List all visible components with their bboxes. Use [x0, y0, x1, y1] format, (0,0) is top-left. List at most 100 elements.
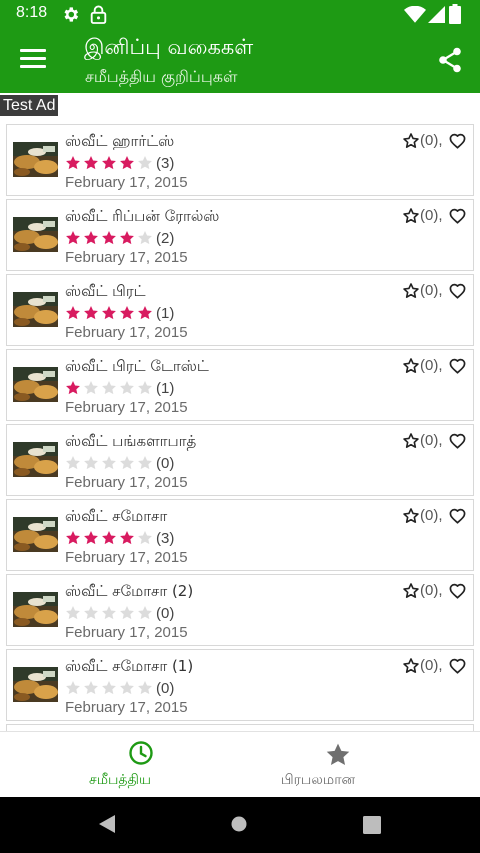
star-outline-icon[interactable] [403, 207, 419, 224]
share-icon[interactable] [438, 47, 462, 73]
heart-icon[interactable] [449, 208, 466, 224]
heart-icon[interactable] [449, 508, 466, 524]
wifi-icon [404, 6, 426, 23]
recipe-date: February 17, 2015 [65, 399, 188, 416]
star-filled-icon [102, 306, 116, 320]
recipe-card[interactable]: ஸ்வீட் ஹார்ட்ஸ் (3) February 17, 2015 (0), [6, 124, 474, 196]
star-empty-icon [138, 231, 152, 245]
favorite-area: (0), [403, 432, 466, 449]
star-outline-icon[interactable] [403, 132, 419, 149]
recipe-date: February 17, 2015 [65, 549, 188, 566]
page-title: இனிப்பு வகைகள் [84, 35, 254, 59]
favorite-area: (0), [403, 357, 466, 374]
recipe-card[interactable]: ஸ்வீட் பிரட் (1) February 17, 2015 (0), [6, 274, 474, 346]
star-filled-icon [66, 156, 80, 170]
recipe-thumbnail-image [13, 367, 58, 402]
recipe-card[interactable]: ஸ்வீட் பங்களாபாத் (0) February 17, 2015 (0)… [6, 424, 474, 496]
bottom-navigation: சமீபத்திய பிரபலமான [0, 731, 480, 798]
favorite-count: (0), [420, 582, 443, 599]
rating-count: (0) [156, 604, 175, 622]
favorite-count: (0), [420, 432, 443, 449]
tab-popular[interactable]: பிரபலமான [240, 732, 480, 798]
recipe-name: ஸ்வீட் ரிப்பன் ரோல்ஸ் [65, 207, 220, 225]
star-filled-icon [66, 306, 80, 320]
star-filled-icon [120, 306, 134, 320]
recipe-card[interactable]: ஸ்வீட் சமோசா (3) February 17, 2015 (0), [6, 499, 474, 571]
star-empty-icon [120, 606, 134, 620]
recipe-name: ஸ்வீட் பிரட் [65, 282, 146, 300]
star-empty-icon [84, 381, 98, 395]
recents-icon[interactable] [363, 816, 381, 834]
star-filled-icon [84, 306, 98, 320]
favorite-count: (0), [420, 507, 443, 524]
recipe-thumbnail-image [13, 442, 58, 477]
back-icon[interactable] [98, 814, 116, 834]
favorite-area: (0), [403, 507, 466, 524]
recipe-name: ஸ்வீட் பங்களாபாத் [65, 432, 197, 450]
recipe-thumbnail-image [13, 667, 58, 702]
star-empty-icon [120, 381, 134, 395]
clock-icon [129, 741, 153, 765]
favorite-area: (0), [403, 282, 466, 299]
star-filled-icon [120, 231, 134, 245]
star-empty-icon [84, 606, 98, 620]
star-empty-icon [66, 456, 80, 470]
recipe-date: February 17, 2015 [65, 324, 188, 341]
star-outline-icon[interactable] [403, 357, 419, 374]
recipe-name: ஸ்வீட் சமோசா (1) [65, 657, 194, 675]
rating-count: (0) [156, 454, 175, 472]
home-icon[interactable] [231, 816, 247, 832]
recipe-card[interactable]: ஸ்வீட் சமோசா (2) (0) February 17, 2015 (0), [6, 574, 474, 646]
recipe-date: February 17, 2015 [65, 699, 188, 716]
favorite-count: (0), [420, 282, 443, 299]
star-outline-icon[interactable] [403, 282, 419, 299]
star-outline-icon[interactable] [403, 507, 419, 524]
recipe-card[interactable] [6, 724, 474, 731]
heart-icon[interactable] [449, 283, 466, 299]
recipe-thumbnail-image [13, 217, 58, 252]
star-filled-icon [84, 231, 98, 245]
star-filled-icon [66, 531, 80, 545]
star-filled-icon [102, 231, 116, 245]
star-empty-icon [138, 606, 152, 620]
star-filled-icon [66, 381, 80, 395]
star-outline-icon[interactable] [403, 432, 419, 449]
star-empty-icon [102, 606, 116, 620]
star-outline-icon[interactable] [403, 657, 419, 674]
rating-count: (3) [156, 154, 175, 172]
cell-signal-icon [428, 6, 445, 23]
star-empty-icon [138, 531, 152, 545]
recipe-card[interactable]: ஸ்வீட் சமோசா (1) (0) February 17, 2015 (0), [6, 649, 474, 721]
recipe-card[interactable]: ஸ்வீட் ரிப்பன் ரோல்ஸ் (2) February 17, 201… [6, 199, 474, 271]
star-empty-icon [102, 381, 116, 395]
menu-icon[interactable] [20, 49, 46, 69]
star-empty-icon [66, 681, 80, 695]
favorite-area: (0), [403, 657, 466, 674]
rating-stars: (0) [65, 453, 174, 473]
status-time: 8:18 [16, 4, 48, 21]
heart-icon[interactable] [449, 658, 466, 674]
recipe-thumbnail-image [13, 592, 58, 627]
recipe-date: February 17, 2015 [65, 624, 188, 641]
star-empty-icon [138, 156, 152, 170]
lock-icon [90, 5, 107, 24]
battery-icon [449, 4, 461, 24]
test-ad-label[interactable]: Test Ad [0, 95, 59, 116]
favorite-count: (0), [420, 207, 443, 224]
heart-icon[interactable] [449, 133, 466, 149]
recipe-thumbnail-image [13, 292, 58, 327]
recipe-thumbnail-image [13, 142, 58, 177]
star-empty-icon [138, 681, 152, 695]
recipe-card[interactable]: ஸ்வீட் பிரட் டோஸ்ட் (1) February 17, 2015 (… [6, 349, 474, 421]
star-filled-icon [120, 156, 134, 170]
heart-icon[interactable] [449, 583, 466, 599]
star-filled-icon [102, 156, 116, 170]
recipe-list[interactable]: ஸ்வீட் ஹார்ட்ஸ் (3) February 17, 2015 (0), ஸ… [6, 124, 474, 731]
app-bar: இனிப்பு வகைகள் சமீபத்திய குறிப்புகள் [0, 29, 480, 93]
heart-icon[interactable] [449, 358, 466, 374]
settings-gear-icon [64, 7, 79, 22]
star-empty-icon [120, 681, 134, 695]
rating-count: (0) [156, 679, 175, 697]
star-outline-icon[interactable] [403, 582, 419, 599]
heart-icon[interactable] [449, 433, 466, 449]
